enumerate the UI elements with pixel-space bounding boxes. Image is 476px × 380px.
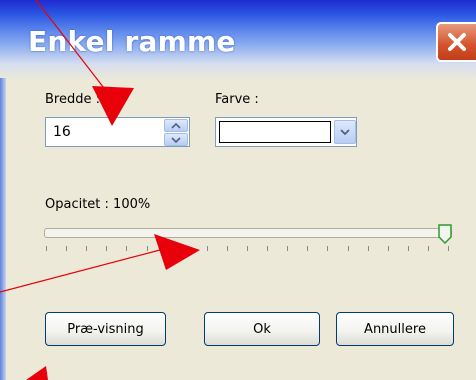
triangle-down-icon: [171, 136, 181, 143]
slider-tick: [408, 246, 409, 251]
slider-tick: [267, 246, 268, 251]
slider-tick: [227, 246, 228, 251]
slider-tick: [348, 246, 349, 251]
width-label: Bredde :: [45, 92, 100, 107]
spin-down-button[interactable]: [164, 133, 188, 146]
preview-button[interactable]: Præ-visning: [45, 312, 166, 346]
color-label: Farve :: [215, 92, 259, 107]
slider-tick: [106, 246, 107, 251]
slider-tick: [287, 246, 288, 251]
opacity-slider-track[interactable]: [44, 228, 452, 238]
dropdown-button[interactable]: [334, 120, 356, 144]
slider-tick: [46, 246, 47, 251]
ok-button[interactable]: Ok: [204, 312, 320, 346]
spin-up-button[interactable]: [164, 119, 188, 132]
slider-tick: [66, 246, 67, 251]
opacity-slider-ticks: [44, 246, 454, 252]
close-button[interactable]: [436, 22, 476, 62]
close-icon: [448, 33, 466, 51]
opacity-slider-thumb[interactable]: [438, 224, 452, 244]
slider-tick: [307, 246, 308, 251]
width-spinner[interactable]: 16: [45, 117, 190, 147]
slider-tick: [147, 246, 148, 251]
width-value[interactable]: 16: [53, 124, 71, 140]
slider-tick: [167, 246, 168, 251]
color-dropdown[interactable]: [215, 117, 357, 147]
slider-tick: [207, 246, 208, 251]
window-left-border: [0, 78, 6, 380]
opacity-label: Opacitet : 100%: [45, 197, 151, 212]
cancel-button[interactable]: Annullere: [336, 312, 454, 346]
dialog-window: Enkel ramme Bredde : 16 Farve : Opacitet…: [0, 0, 476, 380]
color-swatch: [219, 121, 331, 143]
slider-tick: [247, 246, 248, 251]
slider-tick: [86, 246, 87, 251]
triangle-up-icon: [171, 122, 181, 129]
slider-tick: [126, 246, 127, 251]
slider-tick: [428, 246, 429, 251]
slider-tick: [187, 246, 188, 251]
slider-tick: [368, 246, 369, 251]
window-title: Enkel ramme: [28, 25, 236, 58]
slider-tick: [448, 246, 449, 251]
title-bar[interactable]: Enkel ramme: [0, 0, 476, 86]
slider-tick: [327, 246, 328, 251]
chevron-down-icon: [340, 129, 350, 135]
slider-tick: [388, 246, 389, 251]
